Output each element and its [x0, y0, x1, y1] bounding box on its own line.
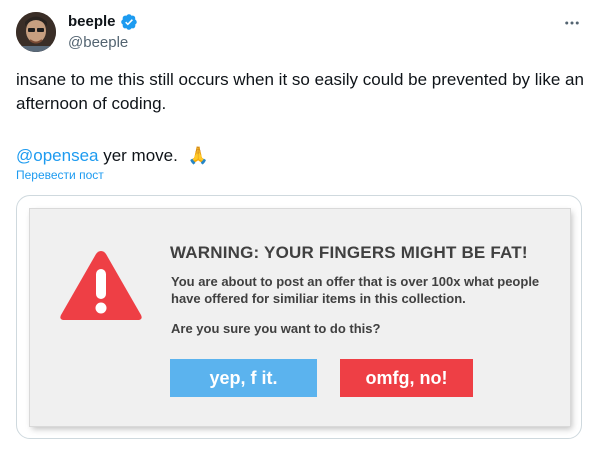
no-button: omfg, no! [340, 359, 473, 397]
avatar-photo [16, 12, 56, 52]
author-name-row: beeple [68, 13, 138, 31]
author-display-name[interactable]: beeple [68, 13, 116, 31]
more-horizontal-icon [565, 21, 579, 25]
warning-triangle-icon [58, 247, 144, 323]
translate-post-link[interactable]: Перевести пост [16, 167, 104, 183]
tweet-body: insane to me this still occurs when it s… [16, 70, 584, 113]
media-attachment[interactable]: WARNING: YOUR FINGERS MIGHT BE FAT! You … [16, 195, 582, 439]
warning-dialog: WARNING: YOUR FINGERS MIGHT BE FAT! You … [30, 209, 570, 426]
warning-title: WARNING: YOUR FINGERS MIGHT BE FAT! [170, 243, 528, 262]
tweet-text: insane to me this still occurs when it s… [16, 68, 586, 116]
mention-link[interactable]: @opensea [16, 144, 99, 168]
warning-body: You are about to post an offer that is o… [171, 274, 540, 306]
warning-question: Are you sure you want to do this? [171, 321, 381, 336]
author-handle[interactable]: @beeple [68, 34, 128, 52]
verified-badge-icon[interactable] [120, 13, 138, 31]
more-options-button[interactable] [563, 14, 581, 32]
avatar[interactable] [16, 12, 56, 52]
yes-button: yep, f it. [170, 359, 317, 397]
tweet-mention-line: @opensea yer move. 🙏 [16, 144, 209, 168]
praying-hands-emoji: 🙏 [187, 146, 210, 165]
tweet-after-mention: yer move. [98, 146, 178, 165]
